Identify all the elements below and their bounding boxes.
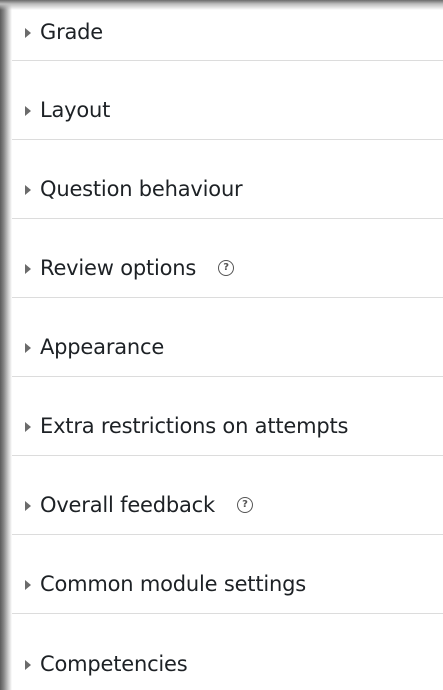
section-label: Question behaviour	[40, 177, 243, 201]
top-edge-shadow	[0, 0, 443, 10]
section-competencies[interactable]: Competencies	[12, 614, 443, 690]
section-header: Extra restrictions on attempts	[25, 412, 348, 440]
chevron-right-icon	[25, 105, 31, 116]
section-label: Extra restrictions on attempts	[40, 414, 349, 438]
section-question-behaviour[interactable]: Question behaviour	[12, 140, 443, 219]
chevron-right-icon	[25, 27, 31, 38]
section-label: Grade	[40, 20, 104, 44]
section-label: Appearance	[40, 335, 165, 359]
section-label: Overall feedback	[40, 493, 215, 517]
section-extra-restrictions[interactable]: Extra restrictions on attempts	[12, 377, 443, 456]
left-edge-shadow	[0, 0, 12, 690]
chevron-right-icon	[25, 263, 31, 274]
chevron-right-icon	[25, 579, 31, 590]
settings-panel: Grade Layout Question behaviour Review o…	[0, 0, 443, 690]
section-appearance[interactable]: Appearance	[12, 298, 443, 377]
chevron-right-icon	[25, 659, 31, 670]
section-review-options[interactable]: Review options ?	[12, 219, 443, 298]
help-icon[interactable]: ?	[218, 260, 235, 276]
section-label: Common module settings	[40, 572, 306, 596]
section-overall-feedback[interactable]: Overall feedback ?	[12, 456, 443, 535]
section-label: Competencies	[40, 652, 188, 676]
section-header: Layout	[25, 96, 110, 124]
section-header: Grade	[25, 18, 103, 46]
chevron-right-icon	[25, 421, 31, 432]
section-header: Common module settings	[25, 570, 306, 598]
section-common-module-settings[interactable]: Common module settings	[12, 535, 443, 614]
section-header: Review options ?	[25, 254, 235, 282]
collapsible-sections-list: Grade Layout Question behaviour Review o…	[12, 0, 443, 690]
section-header: Appearance	[25, 333, 164, 361]
chevron-right-icon	[25, 500, 31, 511]
section-layout[interactable]: Layout	[12, 61, 443, 140]
section-label: Layout	[40, 98, 111, 122]
chevron-right-icon	[25, 184, 31, 195]
section-label: Review options	[40, 256, 197, 280]
section-header: Competencies	[25, 650, 188, 678]
help-icon[interactable]: ?	[237, 497, 253, 513]
section-header: Question behaviour	[25, 175, 243, 203]
section-header: Overall feedback ?	[25, 491, 253, 519]
chevron-right-icon	[25, 342, 31, 353]
